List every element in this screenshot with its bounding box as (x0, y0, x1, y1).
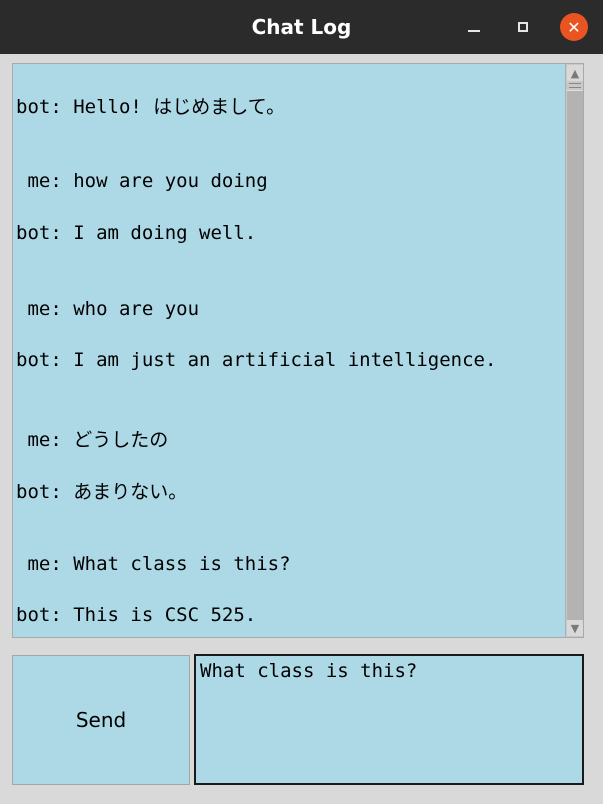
chat-message: bot: I am just an artificial intelligenc… (16, 349, 497, 371)
chat-message: me: What class is this? (16, 553, 291, 575)
close-icon: ✕ (567, 17, 581, 37)
chat-message: bot: I am doing well. (16, 222, 257, 244)
chat-window: Chat Log ✕ bot: Hello! はじめまして。 me: how a… (0, 0, 603, 804)
scroll-up-arrow-icon[interactable]: ▲ (567, 65, 583, 81)
chat-message: bot: Hello! はじめまして。 (16, 96, 286, 118)
maximize-icon (518, 22, 528, 32)
chat-message: me: who are you (16, 298, 200, 320)
chat-log[interactable]: bot: Hello! はじめまして。 me: how are you doin… (14, 65, 564, 636)
send-button[interactable]: Send (12, 655, 190, 785)
title-bar[interactable]: Chat Log ✕ (0, 0, 603, 54)
chat-scrollbar[interactable]: ▲ ▼ (565, 64, 583, 637)
close-button[interactable]: ✕ (560, 13, 588, 41)
minimize-button[interactable] (460, 13, 488, 41)
chat-message: bot: This is CSC 525. (16, 604, 257, 626)
scroll-grip-icon (569, 83, 581, 88)
scroll-thumb[interactable] (567, 83, 583, 621)
chat-log-frame: bot: Hello! はじめまして。 me: how are you doin… (12, 63, 584, 638)
scroll-down-arrow-icon[interactable]: ▼ (567, 620, 583, 636)
chat-message: me: どうしたの (16, 429, 169, 451)
message-entry[interactable]: What class is this? (194, 654, 584, 785)
minimize-icon (468, 30, 480, 32)
maximize-button[interactable] (509, 13, 537, 41)
chat-message: bot: あまりない。 (16, 481, 188, 503)
chat-message: me: how are you doing (16, 170, 268, 192)
